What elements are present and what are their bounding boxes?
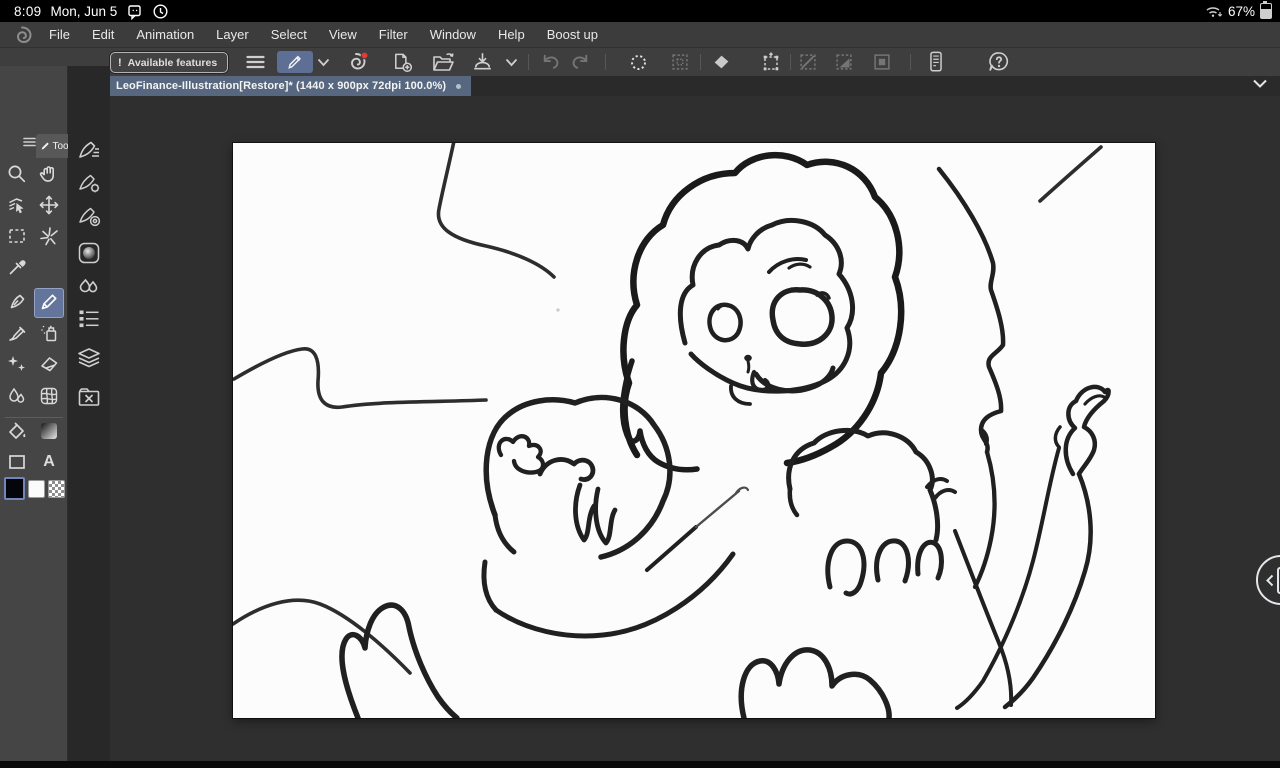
subtool-list-icon[interactable] (76, 306, 102, 332)
menu-help[interactable]: Help (487, 27, 536, 42)
menu-select[interactable]: Select (260, 27, 318, 42)
menu-edit[interactable]: Edit (81, 27, 125, 42)
zoom-tool[interactable] (5, 162, 29, 186)
panel-divider (5, 417, 63, 418)
move-tool[interactable] (37, 193, 61, 217)
menu-window[interactable]: Window (419, 27, 487, 42)
status-date: Mon, Jun 5 (50, 3, 118, 19)
expand-panel-button[interactable] (1256, 555, 1280, 605)
main-color-swatch[interactable] (4, 477, 25, 500)
document-tab[interactable]: LeoFinance-Illustration[Restore]* (1440 … (108, 76, 472, 96)
pen-tool[interactable] (5, 290, 29, 314)
new-canvas-icon[interactable] (389, 48, 415, 76)
battery-icon (1260, 0, 1272, 19)
subtool-pen-gear-icon[interactable] (76, 170, 102, 196)
eyedropper-tool[interactable] (5, 255, 29, 279)
delete-layer-icon[interactable] (76, 384, 102, 410)
save-icon[interactable] (469, 48, 495, 76)
alert-icon: ! (118, 56, 122, 69)
tool-panel-menu-icon[interactable] (23, 137, 36, 147)
processing-icon (625, 48, 651, 76)
pencil-tool[interactable] (37, 290, 61, 314)
redo-icon[interactable] (567, 48, 593, 76)
open-file-icon[interactable] (429, 48, 457, 76)
menu-view[interactable]: View (318, 27, 368, 42)
menu-bar: File Edit Animation Layer Select View Fi… (0, 22, 1280, 48)
dropdown-chevron-icon[interactable] (314, 48, 332, 76)
menu-filter[interactable]: Filter (368, 27, 419, 42)
layers-icon[interactable] (76, 344, 102, 370)
clip-studio-paint-icon[interactable] (343, 48, 371, 76)
clock-badge-icon (152, 3, 169, 20)
transparent-color-swatch[interactable] (48, 480, 65, 498)
toolbar: ! Available features (0, 48, 1280, 114)
app-window: 8:09 Mon, Jun 5 67% File Edit Animation … (0, 0, 1280, 768)
status-battery-percent: 67% (1227, 3, 1255, 19)
subtool-sphere-icon[interactable] (76, 240, 102, 266)
frame-tool[interactable] (5, 450, 29, 474)
available-features-label: Available features (127, 56, 218, 69)
tab-close-dot[interactable] (456, 83, 462, 89)
subtool-pen-settings-icon[interactable] (76, 137, 102, 163)
tool-panel-tab[interactable]: Tool (36, 134, 68, 158)
auto-select-tool[interactable] (37, 224, 61, 248)
available-features-button[interactable]: ! Available features (110, 52, 229, 73)
blend-tool[interactable] (5, 384, 29, 408)
deselect-icon[interactable] (795, 48, 821, 76)
gradient-tool[interactable] (37, 419, 61, 443)
main-menu-icon[interactable] (242, 48, 268, 76)
fill-tool[interactable] (5, 419, 29, 443)
sub-color-swatch[interactable] (28, 480, 45, 498)
decoration-tool[interactable] (5, 352, 29, 376)
tool-panel: Tool (0, 66, 68, 761)
companion-mode-icon[interactable] (923, 48, 949, 76)
active-tool-button[interactable] (277, 51, 313, 73)
lion-sketch (233, 143, 1111, 718)
drawing-canvas[interactable] (233, 143, 1155, 718)
menu-boost-up[interactable]: Boost up (536, 27, 609, 42)
canvas-area[interactable] (110, 96, 1280, 761)
selection-detail-icon[interactable] (869, 48, 895, 76)
status-bar: 8:09 Mon, Jun 5 67% (0, 0, 1280, 22)
airbrush-tool[interactable] (37, 321, 61, 345)
menu-file[interactable]: File (38, 27, 81, 42)
layer-select-tool[interactable] (5, 193, 29, 217)
help-icon[interactable] (985, 48, 1013, 76)
tool-panel-tab-label: Tool (52, 140, 68, 152)
hand-tool[interactable] (37, 162, 61, 186)
select-frame-icon[interactable] (667, 48, 693, 76)
wifi-icon (1205, 4, 1223, 18)
marquee-tool[interactable] (5, 224, 29, 248)
clear-icon[interactable] (708, 48, 734, 76)
tab-list-chevron-icon[interactable] (1252, 78, 1268, 89)
save-dropdown-chevron-icon[interactable] (502, 48, 520, 76)
subtool-strip (68, 66, 110, 761)
document-tab-label: LeoFinance-Illustration[Restore]* (1440 … (116, 80, 447, 92)
figure-tool[interactable] (37, 384, 61, 408)
active-tool-pen-icon (288, 55, 301, 69)
chevron-left-icon (1266, 574, 1274, 586)
undo-icon[interactable] (537, 48, 563, 76)
text-tool[interactable]: A (37, 450, 61, 474)
transform-icon[interactable] (757, 48, 785, 76)
twitch-badge-icon (126, 3, 143, 20)
invert-selection-icon[interactable] (831, 48, 857, 76)
eraser-tool[interactable] (37, 352, 61, 376)
subtool-drops-icon[interactable] (76, 273, 102, 299)
clip-studio-logo (12, 25, 32, 45)
menu-animation[interactable]: Animation (125, 27, 205, 42)
status-time: 8:09 (14, 3, 42, 19)
pen-tab-icon (41, 142, 49, 150)
document-tab-bar: LeoFinance-Illustration[Restore]* (1440 … (0, 76, 1280, 96)
brush-tool[interactable] (5, 321, 29, 345)
subtool-pen-target-icon[interactable] (76, 203, 102, 229)
menu-layer[interactable]: Layer (205, 27, 260, 42)
bottom-gesture-bar (0, 761, 1280, 768)
